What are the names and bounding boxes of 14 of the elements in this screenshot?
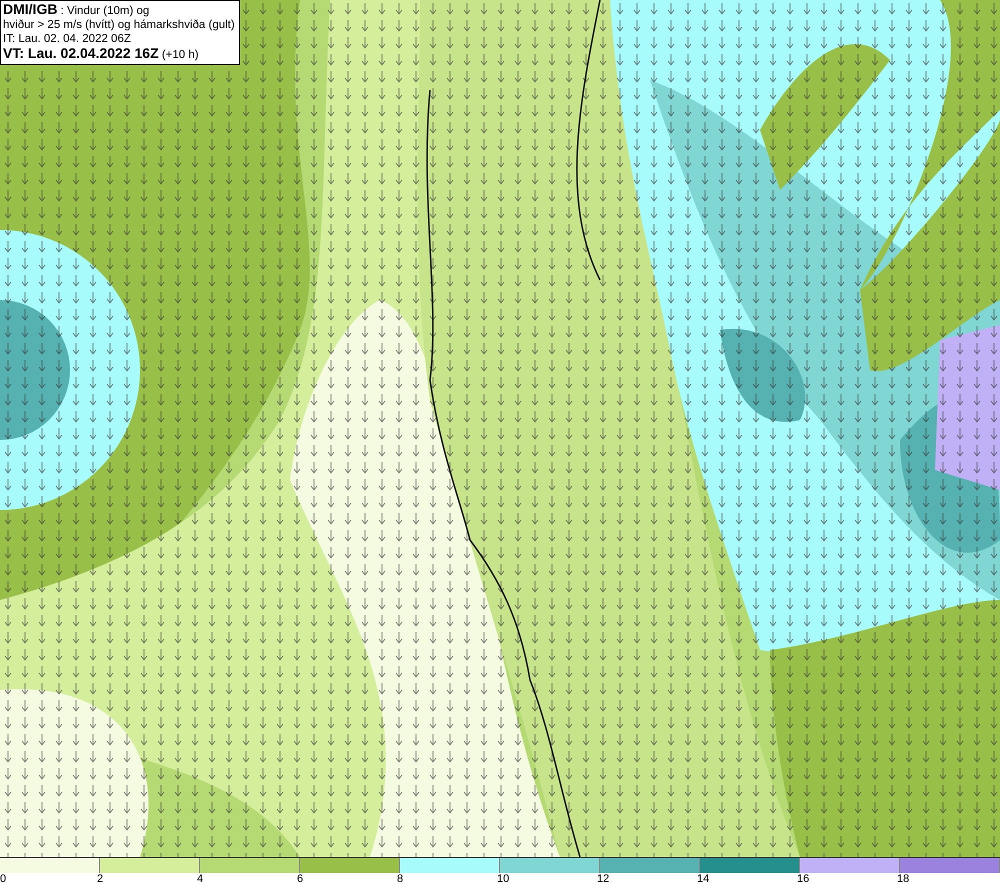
legend-label: 14 (697, 873, 710, 886)
legend-label: 4 (197, 873, 204, 886)
legend-label: 2 (97, 873, 104, 886)
legend-label: 18 (897, 873, 910, 886)
legend-label: 12 (597, 873, 610, 886)
legend-label: 8 (397, 873, 404, 886)
title-line: DMI/IGB : Vindur (10m) og (3, 2, 150, 18)
legend-label: 0 (0, 873, 6, 886)
title-line: VT: Lau. 02.04.2022 16Z (+10 h) (3, 46, 200, 62)
legend-label: 16 (797, 873, 810, 886)
title-line: IT: Lau. 02. 04. 2022 06Z (3, 32, 132, 46)
legend-label: 6 (297, 873, 304, 886)
title-line: hviður > 25 m/s (hvítt) og hámarkshviða (gult) (3, 18, 235, 32)
legend-label: 10 (497, 873, 510, 886)
